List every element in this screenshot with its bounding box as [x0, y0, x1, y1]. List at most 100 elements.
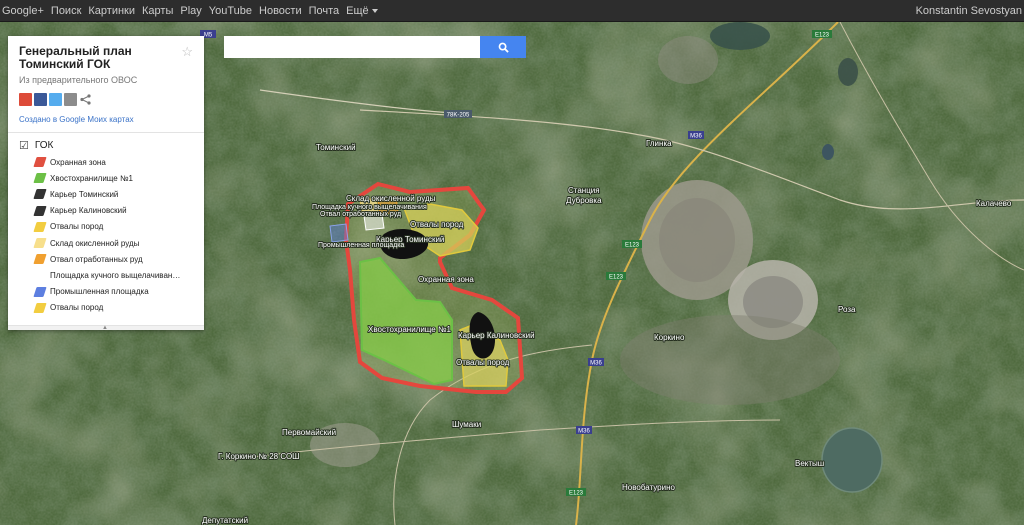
- legend-item[interactable]: Карьер Калиновский: [33, 203, 180, 219]
- share-icon[interactable]: [79, 93, 92, 106]
- legend-item-label: Отвалы пород: [50, 303, 104, 313]
- google-plus-icon[interactable]: [19, 93, 32, 106]
- nav-link-search[interactable]: Поиск: [51, 5, 81, 17]
- star-icon[interactable]: ☆: [181, 44, 193, 60]
- search-button[interactable]: [480, 36, 526, 58]
- legend-item[interactable]: Отвалы пород: [33, 300, 180, 316]
- legend-item-label: Отвал отработанных руд: [50, 254, 143, 264]
- map-label-tominsky: Томинский: [316, 143, 356, 152]
- map-title: Генеральный план Томинский ГОК: [19, 44, 132, 71]
- checkbox-icon[interactable]: ☑: [19, 139, 29, 152]
- facebook-icon[interactable]: [34, 93, 47, 106]
- nav-link-maps[interactable]: Карты: [142, 5, 173, 17]
- polygon-swatch-icon: [33, 254, 47, 265]
- map-label-roza: Роза: [838, 305, 856, 314]
- nav-link-youtube[interactable]: YouTube: [209, 5, 252, 17]
- legend-item[interactable]: Отвалы пород: [33, 219, 180, 235]
- feature-label-oxidized-ore: Склад окисленной руды: [346, 194, 436, 203]
- nav-link-mail[interactable]: Почта: [309, 5, 340, 17]
- pond-1: [822, 144, 834, 160]
- legend-item-label: Карьер Калиновский: [50, 206, 127, 216]
- shield-e123-korkino-label: E123: [609, 275, 624, 281]
- legend-item-label: Отвалы пород: [50, 222, 104, 232]
- nav-link-more-label: Ещё: [346, 5, 369, 17]
- email-icon[interactable]: [64, 93, 77, 106]
- shield-m5-label: M5: [204, 33, 213, 39]
- town-korkino: [620, 315, 840, 405]
- panel-divider: [8, 132, 204, 133]
- shield-e123-south-label: E123: [569, 491, 584, 497]
- legend-item-label: Промышленная площадка: [50, 287, 149, 297]
- map-label-kalachevo: Калачево: [976, 199, 1012, 208]
- map-label-glinka: Глинка: [646, 139, 672, 148]
- polygon-swatch-icon: [33, 157, 47, 168]
- legend-item-label: Хвостохранилище №1: [50, 173, 133, 183]
- legend-item[interactable]: Склад окисленной руды: [33, 235, 180, 251]
- feature-label-rock-dump-2: Отвалы пород: [456, 358, 510, 367]
- created-in-my-maps-link[interactable]: Создано в Google Моих картах: [19, 115, 134, 124]
- polygon-swatch-icon: [33, 286, 47, 297]
- map-label-korkino: Коркино: [654, 333, 685, 342]
- nav-link-google-plus[interactable]: Google+: [2, 5, 44, 17]
- legend-item[interactable]: Хвостохранилище №1: [33, 170, 180, 186]
- map-search: [224, 36, 526, 58]
- legend-item-label: Охранная зона: [50, 157, 106, 167]
- map-label-shumaki: Шумаки: [452, 420, 481, 429]
- polygon-swatch-icon: [33, 302, 47, 313]
- search-input[interactable]: [224, 36, 480, 58]
- shield-m36-mid-label: M36: [590, 361, 602, 367]
- legend-list: Охранная зона Хвостохранилище №1 Карьер …: [33, 154, 180, 316]
- polygon-swatch-icon: [33, 221, 47, 232]
- feature-label-security: Охранная зона: [418, 275, 474, 284]
- layer-gok[interactable]: ☑ ГОК: [19, 139, 53, 152]
- polygon-swatch-icon: [33, 205, 47, 216]
- shield-e123-mid-label: E123: [625, 243, 640, 249]
- search-icon: [498, 42, 509, 53]
- map-label-novobaturino: Новобатурино: [622, 483, 676, 492]
- share-glyph: [80, 94, 91, 105]
- caret-down-icon: [371, 9, 378, 14]
- nav-link-play[interactable]: Play: [180, 5, 201, 17]
- share-buttons: [19, 93, 92, 106]
- nav-link-news[interactable]: Новости: [259, 5, 302, 17]
- polygon-swatch-icon: [33, 173, 47, 184]
- legend-item-label: Площадка кучного выщелачиван…: [50, 270, 181, 280]
- map-label-station: Станция: [568, 186, 600, 195]
- shield-m36-north-label: M36: [690, 134, 702, 140]
- legend-item[interactable]: Площадка кучного выщелачиван…: [35, 267, 180, 283]
- lake-vektysh: [821, 427, 883, 493]
- layer-name: ГОК: [34, 140, 54, 151]
- map-label-vektysh: Вектыш: [795, 459, 824, 468]
- industrial-north: [658, 36, 718, 84]
- legend-item[interactable]: Охранная зона: [33, 154, 180, 170]
- map-label-deputatsky: Депутатский: [202, 516, 248, 525]
- map-subtitle: Из предварительного ОВОС: [19, 75, 138, 85]
- user-name[interactable]: Konstantin Sevostyan: [916, 0, 1022, 22]
- quarry-korkino-1-inner: [659, 198, 735, 282]
- legend-item-label: Карьер Томинский: [50, 189, 119, 199]
- feature-label-spent-ore: Отвал отработанных руд: [320, 210, 401, 218]
- legend-item[interactable]: Карьер Томинский: [33, 186, 180, 202]
- nav-link-images[interactable]: Картинки: [88, 5, 135, 17]
- twitter-icon[interactable]: [49, 93, 62, 106]
- top-nav: Google+ Поиск Картинки Карты Play YouTub…: [0, 0, 378, 22]
- top-bar: Google+ Поиск Картинки Карты Play YouTub…: [0, 0, 1024, 22]
- map-label-station2: Дубровка: [566, 196, 602, 205]
- polygon-swatch-icon: [33, 270, 46, 280]
- legend-item-label: Склад окисленной руды: [50, 238, 140, 248]
- feature-label-pit-kalinovsky: Карьер Калиновский: [458, 331, 535, 340]
- feature-label-industrial: Промышленная площадка: [318, 242, 404, 249]
- chevron-up-icon: ▲: [102, 325, 108, 331]
- collapse-panel-button[interactable]: ▲: [8, 325, 204, 331]
- industrial-site: [329, 223, 349, 243]
- legend-panel: Генеральный план Томинский ГОК ☆ Из пред…: [8, 36, 204, 331]
- legend-item[interactable]: Отвал отработанных руд: [33, 251, 180, 267]
- lake-north: [710, 22, 770, 50]
- legend-item[interactable]: Промышленная площадка: [33, 284, 180, 300]
- map-label-school: Г. Коркино № 28 СОШ: [218, 452, 300, 461]
- shield-m36-south-label: M36: [578, 429, 590, 435]
- nav-link-more[interactable]: Ещё: [346, 5, 378, 17]
- polygon-swatch-icon: [33, 238, 47, 249]
- shield-78k-label: 78K-205: [447, 113, 470, 119]
- feature-label-heap-leach: Площадка кучного выщелачивания: [312, 204, 427, 211]
